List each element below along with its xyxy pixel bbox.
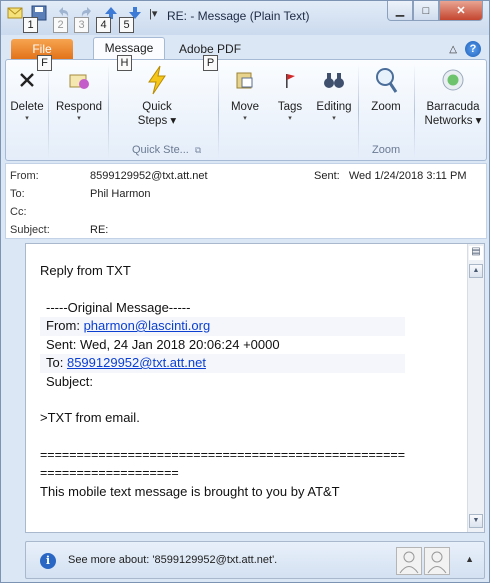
from-value[interactable]: 8599129952@txt.att.net [90,170,208,182]
to-row: To: Phil Harmon [10,188,151,200]
from-row: From: 8599129952@txt.att.net [10,170,208,182]
customize-toolbar-icon[interactable]: |▾ [149,7,157,20]
maximize-icon: □ [422,4,430,17]
keytip-adobe-pdf: P [203,55,218,71]
maximize-button[interactable]: □ [413,1,439,21]
to-value[interactable]: Phil Harmon [90,188,151,200]
from-email-link[interactable]: pharmon@lascinti.org [84,318,211,333]
move-icon [236,72,253,89]
subject-row: Subject: RE: [10,224,108,236]
tags-label: Tags [277,101,303,113]
original-subject-line: Subject: [46,373,93,389]
from-label: From: [10,170,39,182]
original-from-line: From: pharmon@lascinti.org [40,317,405,336]
separator-rule-1: ========================================… [40,447,405,462]
to-email-link[interactable]: 8599129952@txt.att.net [67,355,206,370]
original-message-header: -----Original Message----- [46,299,191,315]
outlook-message-window: |▾ 1 2 3 4 5 RE: - Message (Plain Text) … [0,0,490,583]
message-text: Reply from TXT -----Original Message----… [40,262,405,501]
close-icon: ✕ [456,5,466,17]
move-label: Move [230,101,260,113]
respond-button[interactable]: Respond ▾ [52,64,106,124]
person-silhouette-icon [399,551,419,574]
keytip-badge-4: 4 [96,17,111,33]
quick-steps-label: Quick Steps ▾ [137,101,177,127]
barracuda-label: Barracuda Networks ▾ [424,101,482,127]
subject-label: Subject: [10,224,50,236]
tags-button[interactable]: Tags ▾ [272,64,308,124]
ribbon: Delete ▾ Respond ▾ Quick Steps ▾ Quick St… [5,59,487,161]
respond-icon [69,74,89,89]
cc-label: Cc: [10,206,27,218]
person-silhouette-icon [427,551,447,574]
avatar[interactable] [424,547,450,575]
sent-row: Sent: Wed 1/24/2018 3:11 PM [314,170,466,182]
message-body[interactable]: Reply from TXT -----Original Message----… [25,243,485,533]
att-footer: This mobile text message is brought to y… [40,483,340,499]
people-pane: i See more about: '8599129952@txt.att.ne… [25,541,485,579]
binoculars-icon [324,73,344,88]
keytip-file: F [37,55,52,71]
dialog-launcher-icon[interactable]: ⧉ [195,145,201,155]
sent-label: Sent: [314,170,340,182]
reply-line: Reply from TXT [40,263,131,278]
delete-button[interactable]: Delete ▾ [8,64,46,124]
envelope-icon[interactable] [7,6,23,20]
separator-rule-2: =================== [40,466,179,480]
to-label: To: [10,188,25,200]
minimize-ribbon-icon[interactable]: △ [449,44,457,55]
people-pane-text[interactable]: See more about: '8599129952@txt.att.net'… [68,554,277,566]
ribbon-tabs: File F Message H Adobe PDF P △ ? [1,35,489,71]
avatar[interactable] [396,547,422,575]
reply-body-text: >TXT from email. [40,410,140,425]
keytip-badge-2: 2 [53,17,68,33]
original-sent-line: Sent: Wed, 24 Jan 2018 20:06:24 +0000 [46,336,280,352]
window-controls: ▁ □ ✕ [387,1,483,21]
barracuda-icon [442,69,464,91]
minimize-icon: ▁ [395,5,405,17]
minimize-button[interactable]: ▁ [387,1,413,21]
zoom-label: Zoom [371,101,401,113]
view-mode-icon[interactable]: ▤ [469,246,483,260]
sent-value: Wed 1/24/2018 3:11 PM [348,170,467,182]
keytip-badge-1: 1 [23,17,38,33]
move-button[interactable]: Move ▾ [222,64,268,124]
message-header: From: 8599129952@txt.att.net Sent: Wed 1/… [5,163,487,239]
keytip-badge-3: 3 [74,17,89,33]
zoom-button[interactable]: Zoom [364,64,408,114]
close-button[interactable]: ✕ [439,1,483,21]
respond-label: Respond [55,101,103,113]
editing-label: Editing [316,101,352,113]
expand-people-pane-icon[interactable]: ▲ [465,554,474,564]
barracuda-networks-button[interactable]: Barracuda Networks ▾ [420,64,486,128]
help-icon[interactable]: ? [465,41,481,57]
keytip-message: H [117,55,132,71]
zoom-group-label: Zoom [372,144,401,156]
quick-steps-button[interactable]: Quick Steps ▾ [126,64,188,128]
keytip-badge-5: 5 [119,17,134,33]
tab-right-controls: △ ? [449,41,481,57]
info-icon: i [40,553,56,569]
scroll-up-button[interactable]: ▲ [469,264,483,278]
window-title: RE: - Message (Plain Text) [167,9,310,23]
original-to-line: To: 8599129952@txt.att.net [40,354,405,373]
scroll-down-button[interactable]: ▼ [469,514,483,528]
title-bar: |▾ 1 2 3 4 5 RE: - Message (Plain Text) … [1,1,489,35]
delete-label: Delete [10,101,44,113]
editing-button[interactable]: Editing ▾ [312,64,356,124]
flag-icon [286,74,295,88]
subject-value: RE: [90,224,109,236]
cc-row: Cc: [10,206,90,218]
delete-icon [20,73,34,87]
magnifier-icon [376,68,398,93]
quick-steps-group-label: Quick Ste... ⧉ [132,144,202,156]
lightning-icon [148,65,166,95]
vertical-scrollbar[interactable]: ▤ ▲ ▼ [467,244,484,532]
